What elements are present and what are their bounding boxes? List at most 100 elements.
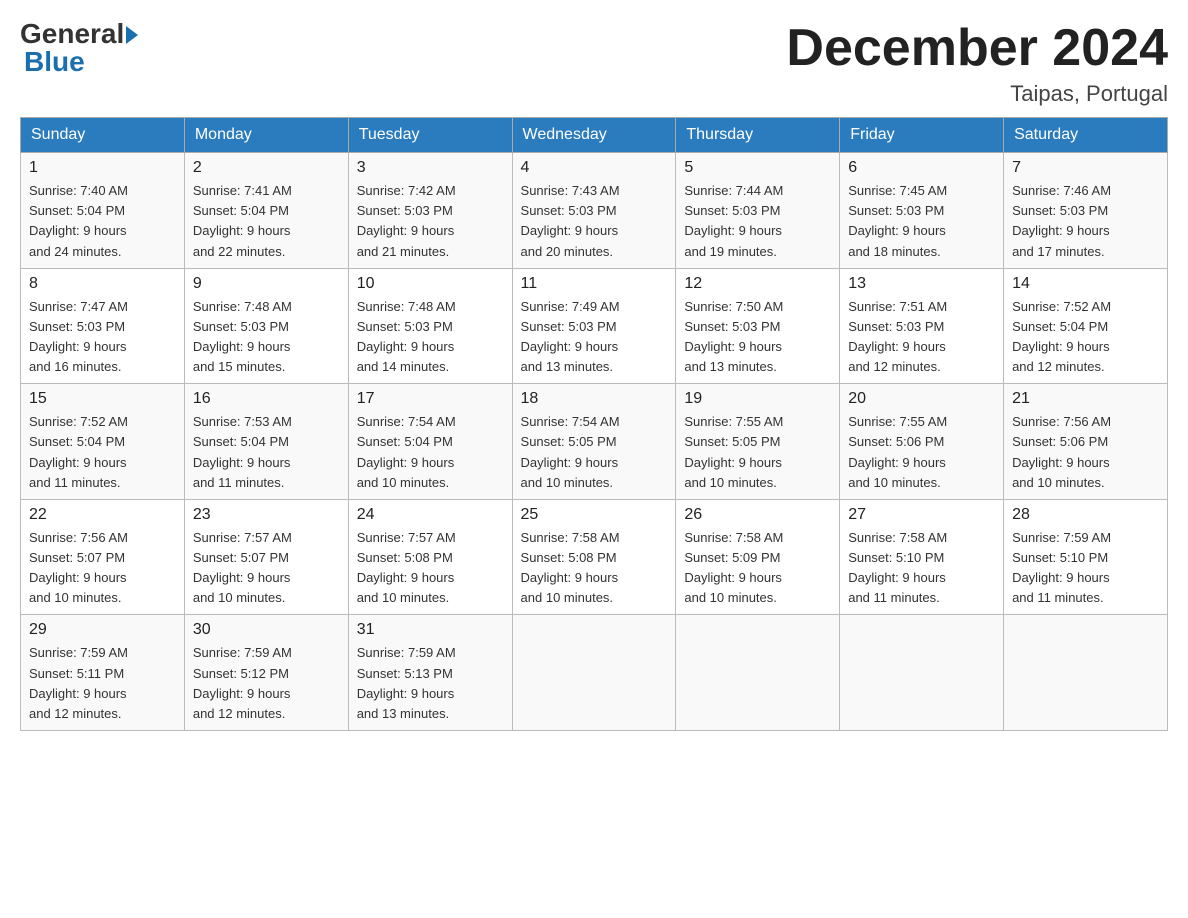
day-number: 5 — [684, 159, 831, 177]
calendar-day-cell: 9 Sunrise: 7:48 AMSunset: 5:03 PMDaylight… — [184, 268, 348, 384]
day-info: Sunrise: 7:55 AMSunset: 5:06 PMDaylight:… — [848, 412, 995, 493]
day-info: Sunrise: 7:56 AMSunset: 5:06 PMDaylight:… — [1012, 412, 1159, 493]
day-info: Sunrise: 7:48 AMSunset: 5:03 PMDaylight:… — [357, 297, 504, 378]
day-info: Sunrise: 7:55 AMSunset: 5:05 PMDaylight:… — [684, 412, 831, 493]
day-number: 17 — [357, 390, 504, 408]
day-info: Sunrise: 7:59 AMSunset: 5:10 PMDaylight:… — [1012, 528, 1159, 609]
day-info: Sunrise: 7:44 AMSunset: 5:03 PMDaylight:… — [684, 181, 831, 262]
day-info: Sunrise: 7:56 AMSunset: 5:07 PMDaylight:… — [29, 528, 176, 609]
day-info: Sunrise: 7:59 AMSunset: 5:12 PMDaylight:… — [193, 643, 340, 724]
calendar-day-cell — [512, 615, 676, 731]
day-number: 30 — [193, 621, 340, 639]
day-info: Sunrise: 7:42 AMSunset: 5:03 PMDaylight:… — [357, 181, 504, 262]
calendar-day-cell: 29Sunrise: 7:59 AMSunset: 5:11 PMDayligh… — [21, 615, 185, 731]
day-info: Sunrise: 7:54 AMSunset: 5:04 PMDaylight:… — [357, 412, 504, 493]
calendar-day-cell: 22 Sunrise: 7:56 AMSunset: 5:07 PMDayligh… — [21, 499, 185, 615]
day-number: 7 — [1012, 159, 1159, 177]
location: Taipas, Portugal — [786, 81, 1168, 107]
day-info: Sunrise: 7:48 AMSunset: 5:03 PMDaylight:… — [193, 297, 340, 378]
calendar-day-cell: 21 Sunrise: 7:56 AMSunset: 5:06 PMDayligh… — [1004, 384, 1168, 500]
day-number: 19 — [684, 390, 831, 408]
month-title: December 2024 — [786, 20, 1168, 77]
day-info: Sunrise: 7:47 AMSunset: 5:03 PMDaylight:… — [29, 297, 176, 378]
calendar-day-cell: 6 Sunrise: 7:45 AMSunset: 5:03 PMDaylight… — [840, 153, 1004, 269]
calendar-day-cell: 20 Sunrise: 7:55 AMSunset: 5:06 PMDayligh… — [840, 384, 1004, 500]
day-number: 15 — [29, 390, 176, 408]
calendar-day-cell: 27Sunrise: 7:58 AMSunset: 5:10 PMDayligh… — [840, 499, 1004, 615]
calendar-day-cell: 4Sunrise: 7:43 AMSunset: 5:03 PMDaylight… — [512, 153, 676, 269]
day-number: 22 — [29, 506, 176, 524]
calendar-day-cell: 14Sunrise: 7:52 AMSunset: 5:04 PMDayligh… — [1004, 268, 1168, 384]
calendar-day-cell: 5 Sunrise: 7:44 AMSunset: 5:03 PMDaylight… — [676, 153, 840, 269]
day-info: Sunrise: 7:50 AMSunset: 5:03 PMDaylight:… — [684, 297, 831, 378]
day-info: Sunrise: 7:59 AMSunset: 5:11 PMDaylight:… — [29, 643, 176, 724]
day-number: 21 — [1012, 390, 1159, 408]
calendar-header-sunday: Sunday — [21, 118, 185, 153]
day-number: 16 — [193, 390, 340, 408]
logo: General Blue — [20, 20, 138, 76]
calendar-day-cell: 11 Sunrise: 7:49 AMSunset: 5:03 PMDayligh… — [512, 268, 676, 384]
calendar-header-monday: Monday — [184, 118, 348, 153]
logo-general-text: General — [20, 20, 138, 48]
logo-blue-text: Blue — [24, 48, 85, 76]
day-info: Sunrise: 7:58 AMSunset: 5:09 PMDaylight:… — [684, 528, 831, 609]
calendar-day-cell: 16 Sunrise: 7:53 AMSunset: 5:04 PMDayligh… — [184, 384, 348, 500]
day-number: 26 — [684, 506, 831, 524]
calendar-day-cell: 7Sunrise: 7:46 AMSunset: 5:03 PMDaylight… — [1004, 153, 1168, 269]
day-info: Sunrise: 7:40 AMSunset: 5:04 PMDaylight:… — [29, 181, 176, 262]
calendar-week-row: 15 Sunrise: 7:52 AMSunset: 5:04 PMDayligh… — [21, 384, 1168, 500]
day-number: 2 — [193, 159, 340, 177]
day-number: 18 — [521, 390, 668, 408]
calendar-day-cell: 17 Sunrise: 7:54 AMSunset: 5:04 PMDayligh… — [348, 384, 512, 500]
calendar-header-tuesday: Tuesday — [348, 118, 512, 153]
day-info: Sunrise: 7:52 AMSunset: 5:04 PMDaylight:… — [29, 412, 176, 493]
day-number: 28 — [1012, 506, 1159, 524]
calendar-day-cell: 2Sunrise: 7:41 AMSunset: 5:04 PMDaylight… — [184, 153, 348, 269]
calendar-header-saturday: Saturday — [1004, 118, 1168, 153]
calendar-day-cell — [1004, 615, 1168, 731]
calendar-week-row: 1 Sunrise: 7:40 AMSunset: 5:04 PMDaylight… — [21, 153, 1168, 269]
day-number: 1 — [29, 159, 176, 177]
day-info: Sunrise: 7:58 AMSunset: 5:08 PMDaylight:… — [521, 528, 668, 609]
title-area: December 2024 Taipas, Portugal — [786, 20, 1168, 107]
page-header: General Blue December 2024 Taipas, Portu… — [20, 20, 1168, 107]
calendar-day-cell — [840, 615, 1004, 731]
day-number: 8 — [29, 275, 176, 293]
day-number: 9 — [193, 275, 340, 293]
calendar-day-cell: 24 Sunrise: 7:57 AMSunset: 5:08 PMDayligh… — [348, 499, 512, 615]
calendar-day-cell: 12 Sunrise: 7:50 AMSunset: 5:03 PMDayligh… — [676, 268, 840, 384]
calendar-day-cell: 23 Sunrise: 7:57 AMSunset: 5:07 PMDayligh… — [184, 499, 348, 615]
calendar-week-row: 29Sunrise: 7:59 AMSunset: 5:11 PMDayligh… — [21, 615, 1168, 731]
calendar-day-cell: 1 Sunrise: 7:40 AMSunset: 5:04 PMDaylight… — [21, 153, 185, 269]
calendar-day-cell: 8 Sunrise: 7:47 AMSunset: 5:03 PMDaylight… — [21, 268, 185, 384]
calendar-day-cell: 30 Sunrise: 7:59 AMSunset: 5:12 PMDayligh… — [184, 615, 348, 731]
calendar-day-cell: 18 Sunrise: 7:54 AMSunset: 5:05 PMDayligh… — [512, 384, 676, 500]
day-info: Sunrise: 7:58 AMSunset: 5:10 PMDaylight:… — [848, 528, 995, 609]
day-info: Sunrise: 7:45 AMSunset: 5:03 PMDaylight:… — [848, 181, 995, 262]
calendar-day-cell: 28 Sunrise: 7:59 AMSunset: 5:10 PMDayligh… — [1004, 499, 1168, 615]
day-info: Sunrise: 7:59 AMSunset: 5:13 PMDaylight:… — [357, 643, 504, 724]
calendar-header-thursday: Thursday — [676, 118, 840, 153]
day-info: Sunrise: 7:57 AMSunset: 5:08 PMDaylight:… — [357, 528, 504, 609]
day-number: 6 — [848, 159, 995, 177]
day-number: 13 — [848, 275, 995, 293]
calendar-week-row: 8 Sunrise: 7:47 AMSunset: 5:03 PMDaylight… — [21, 268, 1168, 384]
day-info: Sunrise: 7:57 AMSunset: 5:07 PMDaylight:… — [193, 528, 340, 609]
day-info: Sunrise: 7:53 AMSunset: 5:04 PMDaylight:… — [193, 412, 340, 493]
day-number: 12 — [684, 275, 831, 293]
day-info: Sunrise: 7:54 AMSunset: 5:05 PMDaylight:… — [521, 412, 668, 493]
calendar-header-row: SundayMondayTuesdayWednesdayThursdayFrid… — [21, 118, 1168, 153]
day-info: Sunrise: 7:49 AMSunset: 5:03 PMDaylight:… — [521, 297, 668, 378]
day-number: 23 — [193, 506, 340, 524]
calendar-day-cell: 31Sunrise: 7:59 AMSunset: 5:13 PMDayligh… — [348, 615, 512, 731]
day-number: 4 — [521, 159, 668, 177]
day-number: 20 — [848, 390, 995, 408]
day-number: 14 — [1012, 275, 1159, 293]
calendar-header-friday: Friday — [840, 118, 1004, 153]
day-number: 24 — [357, 506, 504, 524]
calendar-day-cell: 10Sunrise: 7:48 AMSunset: 5:03 PMDayligh… — [348, 268, 512, 384]
calendar-day-cell: 13Sunrise: 7:51 AMSunset: 5:03 PMDayligh… — [840, 268, 1004, 384]
logo-arrow-icon — [126, 26, 138, 44]
calendar-day-cell: 19 Sunrise: 7:55 AMSunset: 5:05 PMDayligh… — [676, 384, 840, 500]
day-number: 11 — [521, 275, 668, 293]
